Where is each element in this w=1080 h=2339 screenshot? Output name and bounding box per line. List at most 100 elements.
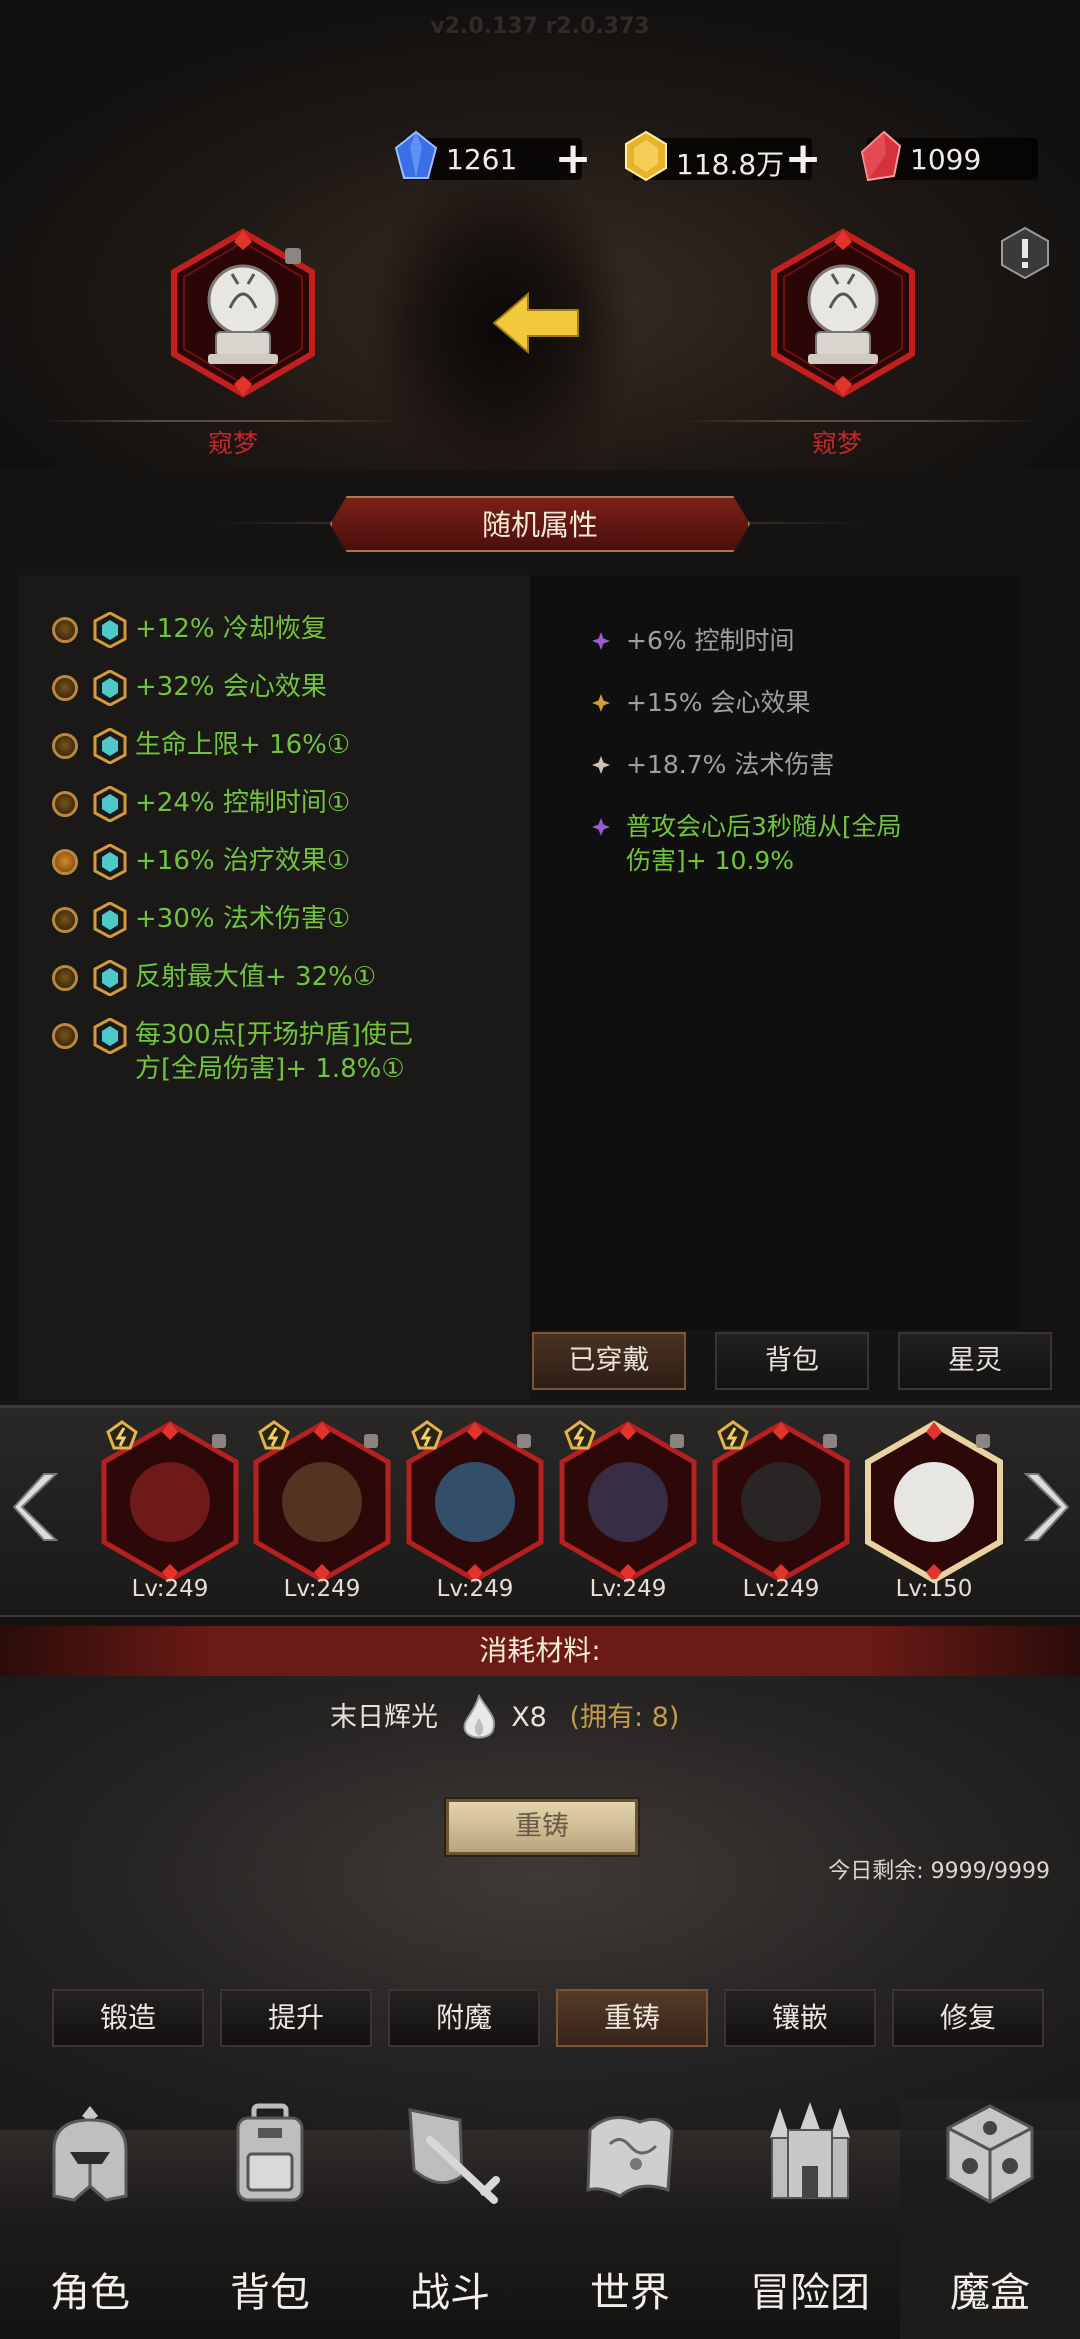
nav-battle-label: 战斗: [410, 2270, 490, 2316]
daily-remaining: 今日剩余: 9999/9999: [828, 1859, 1050, 1884]
nav-magic-box-label: 魔盒: [950, 2270, 1030, 2316]
sword-shield-icon: [408, 2108, 500, 2204]
nav-magic-box[interactable]: 魔盒: [900, 2100, 1080, 2339]
new-item-name: 窥梦: [811, 429, 862, 458]
new-attribute-text: +15% 会心效果: [626, 688, 811, 717]
equipment-level: Lv:249: [436, 1576, 514, 1602]
nav-backpack[interactable]: 背包: [180, 2100, 360, 2339]
attribute-gem-icon: [93, 960, 127, 996]
quality-star-icon: [592, 632, 610, 650]
nav-battle[interactable]: 战斗: [360, 2100, 540, 2339]
gold-counter[interactable]: 118.8万 +: [625, 130, 821, 182]
lock-toggle-icon[interactable]: [52, 733, 78, 759]
lower-background: [0, 1676, 1080, 2156]
lock-toggle-icon[interactable]: [52, 965, 78, 991]
attribute-text: 生命上限+ 16%①: [135, 730, 351, 760]
lock-toggle-icon[interactable]: [52, 675, 78, 701]
new-attribute-text: +18.7% 法术伤害: [626, 750, 835, 779]
quality-star-icon: [592, 818, 610, 836]
recast-button[interactable]: 重铸: [446, 1799, 638, 1855]
divider-right: [680, 420, 1040, 422]
version-label: v2.0.137 r2.0.373: [430, 14, 650, 39]
attribute-gem-icon: [93, 612, 127, 648]
attribute-text: +30% 法术伤害①: [135, 904, 351, 934]
attribute-text: +16% 治疗效果①: [135, 846, 351, 876]
enchant-button[interactable]: 附魔: [388, 1989, 540, 2047]
new-attribute-text: 普攻会心后3秒随从[全局 伤害]+ 10.9%: [626, 812, 902, 875]
add-gold-button[interactable]: +: [784, 137, 822, 181]
material-count: X8: [511, 1702, 547, 1733]
arrow-left-icon: [492, 292, 579, 354]
red-crystal-icon: [860, 130, 902, 182]
current-item-slot[interactable]: [168, 228, 318, 398]
blue-diamond-value: 1261: [446, 143, 518, 176]
materials-title: 消耗材料:: [0, 1626, 1080, 1676]
attribute-gem-icon: [93, 728, 127, 764]
blue-diamond-icon: [394, 130, 438, 179]
equipment-level: Lv:150: [895, 1576, 973, 1602]
attribute-text: 每300点[开场护盾]使己 方[全局伤害]+ 1.8%①: [135, 1020, 413, 1084]
blue-diamond-counter[interactable]: 1261 +: [394, 130, 591, 181]
repair-button[interactable]: 修复: [892, 1989, 1044, 2047]
chevron-right-icon[interactable]: [1022, 1470, 1070, 1544]
tab-equipped[interactable]: 已穿戴: [532, 1332, 686, 1390]
equipment-level: Lv:249: [283, 1576, 361, 1602]
recast-tab-button[interactable]: 重铸: [556, 1989, 708, 2047]
cave-background: [0, 0, 1080, 470]
add-blue-diamond-button[interactable]: +: [554, 137, 592, 181]
attribute-gem-icon: [93, 786, 127, 822]
equipment-slot[interactable]: [252, 1420, 392, 1585]
material-owned: (拥有: 8): [569, 1702, 680, 1733]
tab-star-spirit[interactable]: 星灵: [898, 1332, 1052, 1390]
attribute-text: +24% 控制时间①: [135, 788, 351, 818]
tab-backpack[interactable]: 背包: [715, 1332, 869, 1390]
equipment-slot[interactable]: [100, 1420, 240, 1585]
equipment-level: Lv:249: [742, 1576, 820, 1602]
attribute-gem-icon: [93, 902, 127, 938]
lock-toggle-icon[interactable]: [52, 1023, 78, 1049]
lock-toggle-icon[interactable]: [52, 907, 78, 933]
enhance-badge-icon: [564, 1420, 596, 1450]
red-crystal-value: 1099: [910, 143, 982, 176]
upgrade-button[interactable]: 提升: [220, 1989, 372, 2047]
current-item-name: 窥梦: [207, 429, 258, 458]
attribute-text: +12% 冷却恢复: [135, 614, 327, 644]
divider-left: [40, 420, 400, 422]
enhance-badge-icon: [258, 1420, 290, 1450]
new-item-slot[interactable]: [768, 228, 918, 398]
lock-toggle-icon[interactable]: [52, 849, 78, 875]
material-name: 末日辉光: [330, 1702, 438, 1733]
backpack-icon: [236, 2103, 304, 2202]
helmet-icon: [52, 2106, 128, 2202]
equipment-slot[interactable]: [405, 1420, 545, 1585]
flame-icon: [463, 1693, 495, 1738]
equipment-level: Lv:249: [131, 1576, 209, 1602]
equipment-slot[interactable]: [558, 1420, 698, 1585]
attribute-text: 反射最大值+ 32%①: [135, 962, 377, 992]
equipment-slot[interactable]: [711, 1420, 851, 1585]
nav-adventure-group-label: 冒险团: [750, 2270, 870, 2316]
castle-icon: [770, 2102, 850, 2199]
forge-button[interactable]: 锻造: [52, 1989, 204, 2047]
enhance-badge-icon: [106, 1420, 138, 1450]
gold-diamond-icon: [625, 130, 667, 182]
map-icon: [586, 2116, 674, 2198]
attribute-gem-icon: [93, 844, 127, 880]
nav-world[interactable]: 世界: [540, 2100, 720, 2339]
equipment-level: Lv:249: [589, 1576, 667, 1602]
lock-toggle-icon[interactable]: [52, 791, 78, 817]
quality-star-icon: [592, 756, 610, 774]
gold-value: 118.8万: [676, 148, 785, 181]
chevron-left-icon[interactable]: [12, 1470, 60, 1544]
nav-character-label: 角色: [50, 2270, 130, 2316]
quality-star-icon: [592, 694, 610, 712]
inlay-button[interactable]: 镶嵌: [724, 1989, 876, 2047]
attribute-text: +32% 会心效果: [135, 672, 327, 702]
nav-character[interactable]: 角色: [0, 2100, 180, 2339]
nav-adventure-group[interactable]: 冒险团: [720, 2100, 900, 2339]
equipment-slot[interactable]: [864, 1420, 1004, 1585]
nav-backpack-label: 背包: [230, 2270, 310, 2316]
info-icon[interactable]: [1000, 226, 1050, 280]
attribute-gem-icon: [93, 670, 127, 706]
lock-toggle-icon[interactable]: [52, 617, 78, 643]
